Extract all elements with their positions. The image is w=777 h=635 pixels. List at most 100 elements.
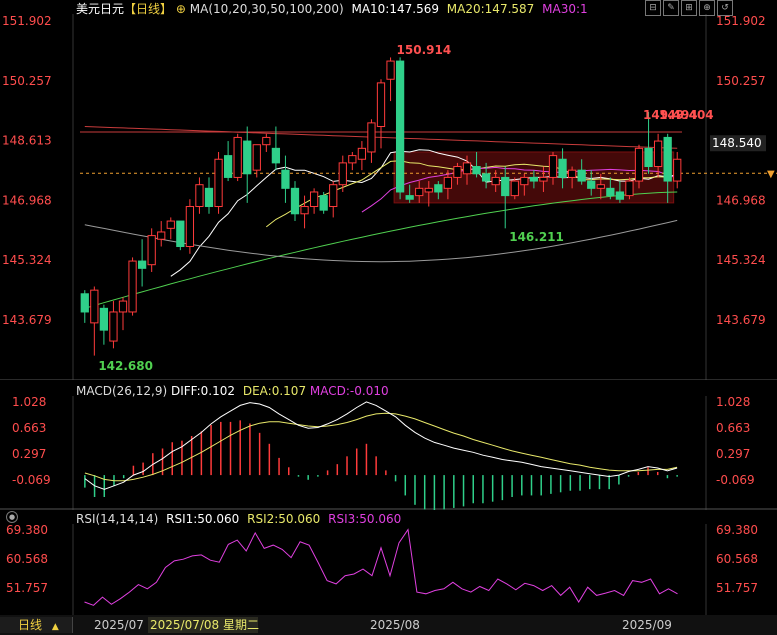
candle-body (176, 220, 185, 248)
candle-body (606, 187, 615, 197)
instrument-title: 美元日元 (76, 2, 125, 16)
price-tick-right: 150.257 (716, 74, 766, 88)
toolbar: ⊟ ✎ ⊞ ⊕ ↺ (645, 0, 733, 16)
candle-body (558, 158, 567, 178)
candle-body (90, 289, 99, 324)
period-button-label: 日线 (18, 618, 43, 632)
price-tick-left: 143.679 (2, 313, 52, 327)
current-price-label: 148.540 (712, 136, 762, 150)
ma20-value: MA20:147.587 (446, 2, 535, 16)
draw-icon[interactable]: ✎ (663, 0, 679, 16)
macd-tick-left: -0.069 (12, 473, 51, 487)
candle-body (548, 155, 558, 178)
period-button[interactable]: 日线 ▲ (0, 617, 73, 633)
price-tick-right: 146.968 (716, 193, 766, 207)
candle-body (137, 260, 147, 269)
macd-tick-left: 1.028 (12, 395, 46, 409)
period-label[interactable]: 【日线】 (124, 2, 172, 16)
swing-low-annotation: 146.211 (509, 230, 564, 244)
macd-tick-right: 0.663 (716, 421, 750, 435)
candle-body (281, 169, 290, 189)
rsi-tick-left: 60.568 (6, 552, 48, 566)
reset-icon[interactable]: ↺ (717, 0, 733, 16)
settings-icon[interactable]: ⊕ (176, 2, 186, 16)
candle-body (271, 147, 281, 164)
candle-body (501, 176, 510, 197)
candle-body (348, 155, 357, 164)
price-tick-left: 146.968 (2, 193, 52, 207)
price-marker-icon: ▼ (767, 169, 775, 180)
layout-icon[interactable]: ⊞ (681, 0, 697, 16)
low-annotation: 142.680 (98, 359, 153, 373)
candle-body (367, 122, 376, 153)
macd-tick-left: 0.663 (12, 421, 46, 435)
rsi-tick-right: 69.380 (716, 523, 758, 537)
rsi-tick-left: 51.757 (6, 581, 48, 595)
zoom-icon[interactable]: ⊕ (699, 0, 715, 16)
candle-body (290, 187, 300, 215)
macd-macd-value: MACD:-0.010 (309, 384, 389, 398)
ma-params-label: MA(10,20,30,50,100,200) (189, 2, 344, 16)
macd-tick-right: 1.028 (716, 395, 750, 409)
peak-annotation-2: 149.404 (659, 108, 714, 122)
candle-body (309, 191, 319, 208)
candle-body (520, 176, 529, 186)
ma30-value: MA30:1 (542, 2, 588, 16)
candle-body (434, 184, 443, 193)
candle-body (663, 136, 672, 182)
date-label: 2025/07/08 星期二 (150, 618, 259, 632)
candle-body (424, 187, 433, 193)
price-tick-right: 143.679 (716, 313, 766, 327)
candle-body (644, 147, 653, 168)
date-axis: 2025/07 2025/07/08 星期二 2025/08 2025/09 (0, 615, 777, 635)
price-tick-right: 151.902 (716, 14, 766, 28)
candle-body (338, 162, 347, 186)
candle-body (472, 166, 481, 175)
date-label: 2025/09 (622, 618, 672, 632)
candle-body (319, 195, 328, 211)
candle-body (405, 195, 414, 200)
macd-label: MACD(26,12,9) (76, 384, 168, 398)
candle-body (204, 187, 214, 208)
date-label: 2025/07 (94, 618, 144, 632)
candle-body (99, 307, 109, 331)
candle-body (567, 169, 577, 178)
high-annotation: 150.914 (397, 43, 452, 57)
candle-body (80, 293, 89, 313)
macd-tick-right: 0.297 (716, 447, 750, 461)
candle-body (481, 173, 491, 182)
candle-body (233, 136, 242, 178)
macd-chart[interactable]: 1.028 1.028 0.663 0.663 0.297 0.297 -0.069 -0.0… (0, 382, 777, 510)
candle-body (166, 220, 175, 229)
rsi-tick-right: 60.568 (716, 552, 758, 566)
candle-body (510, 180, 519, 197)
candle-body (329, 184, 338, 208)
candle-body (673, 158, 682, 182)
candle-body (147, 235, 156, 266)
candle-body (615, 191, 625, 200)
rsi-tick-left: 69.380 (6, 523, 48, 537)
candle-body (395, 60, 405, 193)
candle-body (376, 82, 386, 128)
price-tick-right: 145.324 (716, 253, 766, 267)
candle-body (386, 60, 395, 80)
candle-body (529, 176, 539, 182)
rsi-settings-icon[interactable]: ● (6, 511, 18, 523)
candle-body (491, 176, 500, 186)
candle-body (300, 206, 309, 215)
candle-body (415, 187, 424, 197)
candle-body (462, 162, 472, 175)
macd-dea-value: DEA:0.107 (242, 384, 307, 398)
candle-body (252, 144, 261, 171)
candle-body (653, 140, 663, 168)
macd-tick-left: 0.297 (12, 447, 46, 461)
candle-body (185, 206, 195, 248)
candle-body (214, 158, 223, 208)
rsi3-value: RSI3:50.060 (328, 512, 402, 526)
dropdown-icon: ▲ (51, 622, 59, 632)
collapse-icon[interactable]: ⊟ (645, 0, 661, 16)
macd-diff-value: DIFF:0.102 (170, 384, 236, 398)
candle-body (109, 311, 118, 342)
candle-body (596, 184, 605, 189)
price-chart[interactable]: 151.902151.902150.257150.257148.613148.6… (0, 0, 777, 380)
